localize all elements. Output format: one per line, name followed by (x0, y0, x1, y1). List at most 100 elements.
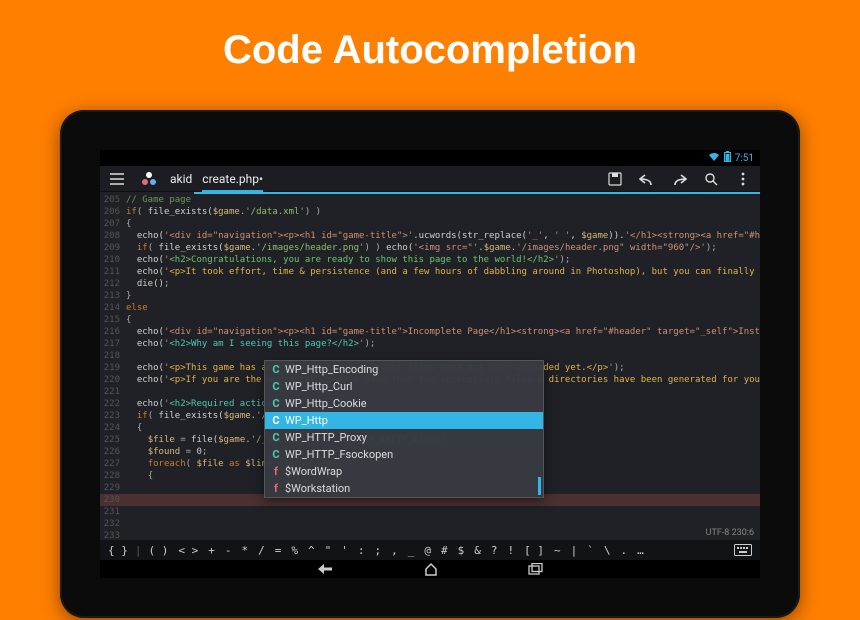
redo-icon[interactable] (668, 172, 690, 186)
symbol-key[interactable]: ` (583, 544, 598, 557)
code-line[interactable]: 215{ (100, 314, 760, 326)
symbol-key[interactable]: ( ) (145, 544, 173, 557)
line-number: 219 (100, 362, 126, 374)
symbol-key[interactable]: ~ (550, 544, 565, 557)
file-tab[interactable]: create.php• (202, 172, 263, 192)
code-line[interactable]: 217 echo('<h2>Why am I seeing this page?… (100, 338, 760, 350)
code-text (126, 530, 760, 540)
line-number: 209 (100, 242, 126, 254)
code-line[interactable]: 231 (100, 506, 760, 518)
autocomplete-kind-icon: f (271, 465, 281, 478)
line-number: 207 (100, 218, 126, 230)
autocomplete-item[interactable]: f$Workstation (265, 480, 543, 497)
autocomplete-kind-icon: C (271, 431, 281, 444)
symbol-key[interactable]: { } (104, 544, 132, 557)
code-line[interactable]: 205// Game page (100, 194, 760, 206)
symbol-key[interactable]: + (204, 544, 219, 557)
battery-icon (724, 151, 731, 165)
android-status-bar: 7:51 (100, 150, 760, 166)
code-line[interactable]: 208 echo('<div id="navigation"><p><h1 id… (100, 230, 760, 242)
code-line[interactable]: 232 (100, 518, 760, 530)
editor-status: UTF-8 230:6 (706, 528, 754, 538)
symbol-key[interactable]: , (387, 544, 402, 557)
symbol-key-row: { }|( )< >+-*/=%^"':;,_@#$&?![ ]~|`\.… (100, 540, 760, 560)
symbol-key[interactable]: _ (404, 544, 419, 557)
line-number: 225 (100, 434, 126, 446)
line-number: 205 (100, 194, 126, 206)
recents-button[interactable] (528, 563, 544, 575)
line-number: 223 (100, 410, 126, 422)
code-line[interactable]: 211 echo('<p>It took effort, time & pers… (100, 266, 760, 278)
code-line[interactable]: 213} (100, 290, 760, 302)
symbol-key[interactable]: | (567, 544, 582, 557)
symbol-key[interactable]: # (437, 544, 452, 557)
home-button[interactable] (424, 562, 438, 576)
symbol-key[interactable]: : (354, 544, 369, 557)
symbol-key[interactable]: % (287, 544, 302, 557)
code-line[interactable]: 207{ (100, 218, 760, 230)
line-number: 230 (100, 494, 126, 506)
code-line[interactable]: 214else (100, 302, 760, 314)
autocomplete-item[interactable]: CWP_Http_Encoding (265, 361, 543, 378)
code-text: echo('<div id="navigation"><p><h1 id="ga… (126, 230, 760, 242)
line-number: 210 (100, 254, 126, 266)
symbol-key[interactable]: * (238, 544, 253, 557)
symbol-key[interactable]: $ (454, 544, 469, 557)
line-number: 206 (100, 206, 126, 218)
symbol-key[interactable]: ? (487, 544, 502, 557)
code-text: if( file_exists($game.'/images/header.pn… (126, 242, 760, 254)
line-number: 221 (100, 386, 126, 398)
symbol-key[interactable]: ' (337, 544, 352, 557)
code-line[interactable]: 216 echo('<div id="navigation"><p><h1 id… (100, 326, 760, 338)
symbol-key[interactable]: = (271, 544, 286, 557)
symbol-key[interactable]: \ (600, 544, 615, 557)
code-text: echo('<h2>Congratulations, you are ready… (126, 254, 760, 266)
symbol-key[interactable]: ! (504, 544, 519, 557)
symbol-key[interactable]: ^ (304, 544, 319, 557)
autocomplete-kind-icon: C (271, 380, 281, 393)
code-line[interactable]: 212 die(); (100, 278, 760, 290)
symbol-key[interactable]: … (633, 544, 648, 557)
autocomplete-item[interactable]: f$WordWrap (265, 463, 543, 480)
autocomplete-item[interactable]: CWP_HTTP_Proxy (265, 429, 543, 446)
code-text: { (126, 218, 760, 230)
autocomplete-kind-icon: C (271, 397, 281, 410)
undo-icon[interactable] (636, 172, 658, 186)
autocomplete-item[interactable]: CWP_Http_Curl (265, 378, 543, 395)
symbol-key[interactable]: & (470, 544, 485, 557)
search-icon[interactable] (700, 172, 722, 186)
symbol-key[interactable]: @ (420, 544, 435, 557)
symbol-key[interactable]: . (617, 544, 632, 557)
keyboard-toggle-icon[interactable] (730, 544, 756, 556)
back-button[interactable] (316, 563, 334, 575)
code-line[interactable]: 210 echo('<h2>Congratulations, you are r… (100, 254, 760, 266)
tablet-frame: 7:51 akid create.php• (60, 110, 800, 618)
menu-icon[interactable] (106, 173, 128, 185)
tablet-screen: 7:51 akid create.php• (100, 150, 760, 578)
autocomplete-kind-icon: C (271, 363, 281, 376)
autocomplete-popup[interactable]: CWP_Http_EncodingCWP_Http_CurlCWP_Http_C… (264, 360, 544, 498)
autocomplete-item[interactable]: CWP_HTTP_Fsockopen (265, 446, 543, 463)
symbol-key[interactable]: - (221, 544, 236, 557)
symbol-key[interactable]: " (321, 544, 336, 557)
code-line[interactable]: 233 (100, 530, 760, 540)
symbol-key[interactable]: / (254, 544, 269, 557)
action-bar: akid create.php• (100, 166, 760, 192)
code-line[interactable]: 209 if( file_exists($game.'/images/heade… (100, 242, 760, 254)
autocomplete-item[interactable]: CWP_Http (265, 412, 543, 429)
line-number: 226 (100, 446, 126, 458)
code-line[interactable]: 206if( file_exists($game.'/data.xml') ) (100, 206, 760, 218)
symbol-key[interactable]: < > (174, 544, 202, 557)
line-number: 211 (100, 266, 126, 278)
code-text: echo('<p>It took effort, time & persiste… (126, 266, 760, 278)
line-number: 224 (100, 422, 126, 434)
symbol-key[interactable]: ; (371, 544, 386, 557)
symbol-separator: | (134, 544, 143, 557)
autocomplete-item[interactable]: CWP_Http_Cookie (265, 395, 543, 412)
promo-title: Code Autocompletion (0, 0, 860, 73)
save-icon[interactable] (604, 172, 626, 186)
symbol-key[interactable]: [ ] (520, 544, 548, 557)
app-logo-icon (138, 171, 160, 187)
overflow-menu-icon[interactable] (732, 172, 754, 186)
code-text: echo('<div id="navigation"><p><h1 id="ga… (126, 326, 760, 338)
